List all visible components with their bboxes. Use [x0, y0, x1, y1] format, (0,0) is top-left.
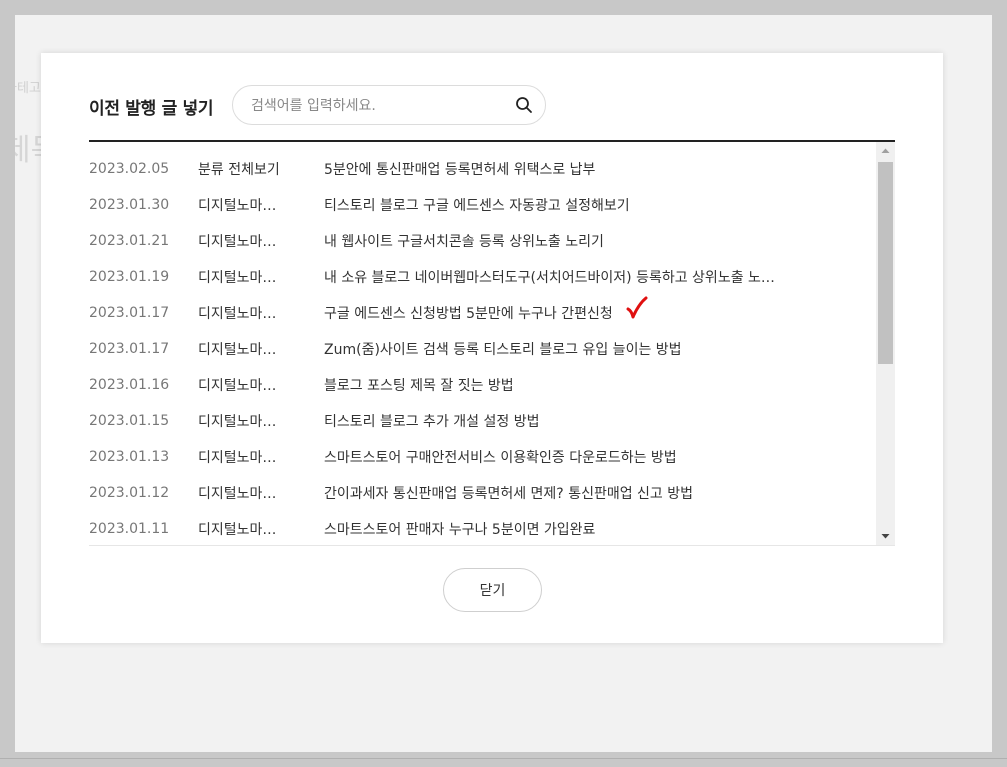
post-category: 디지털노마… — [198, 486, 277, 502]
search-input[interactable] — [249, 94, 503, 118]
list-item[interactable]: 2023.01.15 디지털노마… 티스토리 블로그 추가 개설 설정 방법 — [89, 394, 875, 430]
post-date: 2023.02.05 — [89, 161, 170, 177]
post-title[interactable]: 티스토리 블로그 구글 에드센스 자동광고 설정해보기 — [324, 195, 630, 215]
post-title[interactable]: 티스토리 블로그 추가 개설 설정 방법 — [324, 411, 539, 431]
post-date: 2023.01.11 — [89, 521, 170, 537]
scroll-up-arrow-icon[interactable] — [876, 142, 895, 160]
post-list: 2023.02.05 분류 전체보기 5분안에 통신판매업 등록면허세 위택스로… — [89, 142, 875, 538]
post-date: 2023.01.13 — [89, 449, 170, 465]
post-category: 디지털노마… — [198, 198, 277, 214]
search-icon[interactable] — [515, 96, 533, 114]
list-item[interactable]: 2023.01.13 디지털노마… 스마트스토어 구매안전서비스 이용확인증 다… — [89, 430, 875, 466]
post-category: 디지털노마… — [198, 414, 277, 430]
post-category: 디지털노마… — [198, 450, 277, 466]
scroll-thumb[interactable] — [878, 162, 893, 364]
post-category: 디지털노마… — [198, 306, 277, 322]
post-date: 2023.01.19 — [89, 269, 170, 285]
post-title[interactable]: 내 웹사이트 구글서치콘솔 등록 상위노출 노리기 — [324, 231, 604, 251]
list-item[interactable]: 2023.01.16 디지털노마… 블로그 포스팅 제목 잘 짓는 방법 — [89, 358, 875, 394]
post-title[interactable]: Zum(줌)사이트 검색 등록 티스토리 블로그 유입 늘이는 방법 — [324, 339, 682, 359]
list-item[interactable]: 2023.01.12 디지털노마… 간이과세자 통신판매업 등록면허세 면제? … — [89, 466, 875, 502]
list-scrollbar[interactable] — [876, 142, 895, 545]
list-item[interactable]: 2023.01.17 디지털노마… Zum(줌)사이트 검색 등록 티스토리 블… — [89, 322, 875, 358]
post-date: 2023.01.17 — [89, 305, 170, 321]
red-checkmark-icon — [626, 296, 648, 319]
search-box — [232, 85, 546, 125]
post-date: 2023.01.16 — [89, 377, 170, 393]
post-category: 분류 전체보기 — [198, 162, 280, 178]
post-date: 2023.01.12 — [89, 485, 170, 501]
post-category: 디지털노마… — [198, 342, 277, 358]
close-button[interactable]: 닫기 — [443, 568, 542, 612]
list-item[interactable]: 2023.01.21 디지털노마… 내 웹사이트 구글서치콘솔 등록 상위노출 … — [89, 214, 875, 250]
post-title[interactable]: 블로그 포스팅 제목 잘 짓는 방법 — [324, 375, 514, 395]
list-item[interactable]: 2023.01.17 디지털노마… 구글 에드센스 신청방법 5분만에 누구나 … — [89, 286, 875, 322]
background-category-label: 카테고 — [15, 81, 41, 96]
list-item[interactable]: 2023.01.11 디지털노마… 스마트스토어 판매자 누구나 5분이면 가입… — [89, 502, 875, 538]
post-title[interactable]: 스마트스토어 구매안전서비스 이용확인증 다운로드하는 방법 — [324, 447, 677, 467]
modal-title: 이전 발행 글 넣기 — [89, 99, 214, 119]
post-title[interactable]: 스마트스토어 판매자 누구나 5분이면 가입완료 — [324, 519, 595, 539]
list-item[interactable]: 2023.01.30 디지털노마… 티스토리 블로그 구글 에드센스 자동광고 … — [89, 178, 875, 214]
post-title[interactable]: 5분안에 통신판매업 등록면허세 위택스로 납부 — [324, 159, 595, 179]
post-category: 디지털노마… — [198, 270, 277, 286]
post-title[interactable]: 내 소유 블로그 네이버웹마스터도구(서치어드바이저) 등록하고 상위노출 노… — [324, 267, 775, 287]
post-date: 2023.01.21 — [89, 233, 170, 249]
post-date: 2023.01.30 — [89, 197, 170, 213]
post-category: 디지털노마… — [198, 234, 277, 250]
post-list-container: 2023.02.05 분류 전체보기 5분안에 통신판매업 등록면허세 위택스로… — [89, 142, 895, 546]
post-category: 디지털노마… — [198, 378, 277, 394]
post-category: 디지털노마… — [198, 522, 277, 538]
post-date: 2023.01.15 — [89, 413, 170, 429]
list-item[interactable]: 2023.02.05 분류 전체보기 5분안에 통신판매업 등록면허세 위택스로… — [89, 142, 875, 178]
scroll-down-arrow-icon[interactable] — [876, 527, 895, 545]
post-title[interactable]: 구글 에드센스 신청방법 5분만에 누구나 간편신청 — [324, 303, 613, 323]
bottom-divider — [0, 758, 1007, 759]
bottom-toolbar-strip — [0, 752, 1007, 767]
post-title[interactable]: 간이과세자 통신판매업 등록면허세 면제? 통신판매업 신고 방법 — [324, 483, 693, 503]
post-date: 2023.01.17 — [89, 341, 170, 357]
list-item[interactable]: 2023.01.19 디지털노마… 내 소유 블로그 네이버웹마스터도구(서치어… — [89, 250, 875, 286]
previous-post-modal: 이전 발행 글 넣기 2023.02.05 분류 전체보기 5분안에 통신판매업… — [41, 53, 943, 643]
